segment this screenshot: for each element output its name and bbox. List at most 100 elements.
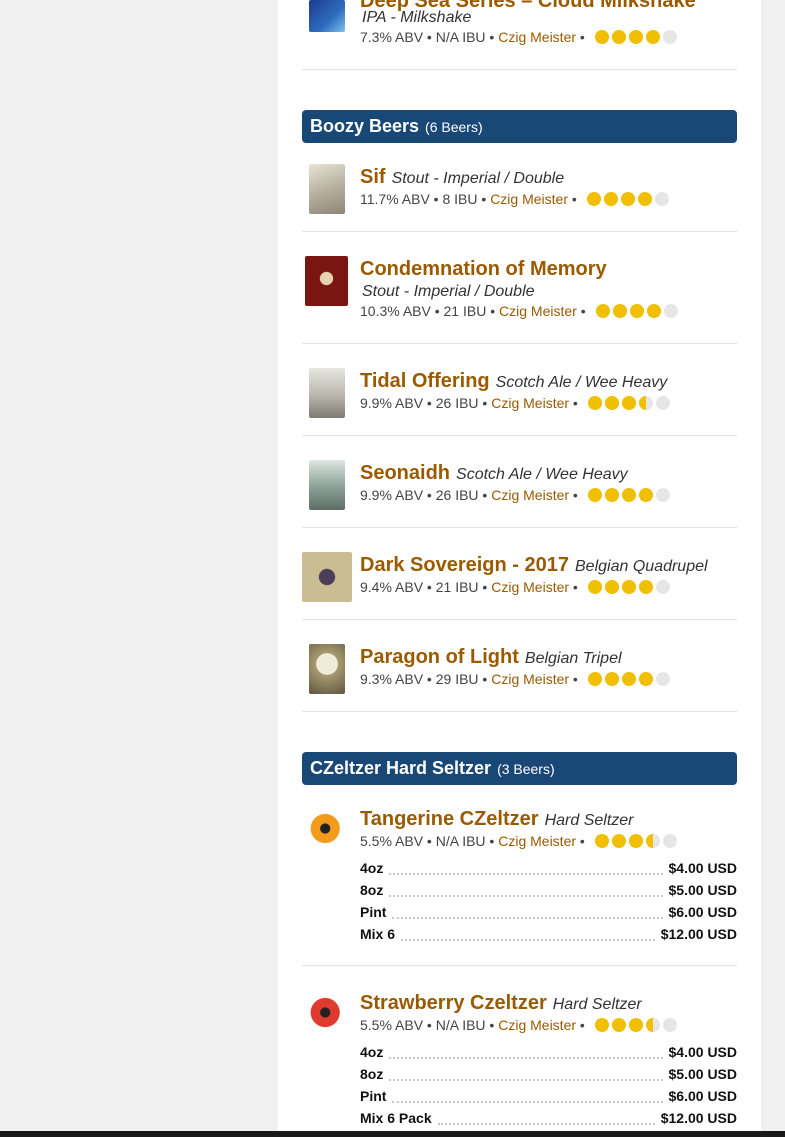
- price-row: Mix 6 Pack $12.00 USD: [360, 1108, 737, 1128]
- rating-star-fill: [638, 580, 653, 594]
- rating-star-fill: [629, 304, 644, 318]
- brewery-link[interactable]: Czig Meister: [498, 833, 576, 849]
- brewery-link[interactable]: Czig Meister: [491, 579, 569, 595]
- beer-style: Hard Seltzer: [544, 812, 634, 829]
- brewery-link[interactable]: Czig Meister: [499, 303, 577, 319]
- serving-size: Pint: [360, 904, 387, 920]
- beer-abv: 9.3% ABV: [360, 671, 424, 687]
- rating-star-fill: [594, 834, 609, 848]
- beer-ibu: 26 IBU: [435, 395, 479, 411]
- serving-price: $12.00 USD: [660, 926, 737, 942]
- beer-name[interactable]: Sif: [360, 166, 386, 188]
- beer-name[interactable]: Paragon of Light: [360, 646, 519, 668]
- rating-star-fill: [645, 834, 653, 848]
- beer-item[interactable]: Dark Sovereign - 2017 Belgian Quadrupel 9…: [302, 548, 737, 618]
- beer-abv: 11.7% ABV: [360, 191, 430, 207]
- rating-star-fill: [586, 192, 601, 206]
- rating-star-fill: [621, 488, 636, 502]
- rating-star-icon: [611, 30, 626, 44]
- section-count: (6 Beers): [425, 118, 483, 135]
- beer-item[interactable]: Condemnation of Memory Stout - Imperial …: [302, 252, 737, 342]
- rating-stars: [587, 580, 670, 594]
- rating-star-icon: [594, 834, 609, 848]
- rating-star-icon: [638, 488, 653, 502]
- brewery-link[interactable]: Czig Meister: [491, 487, 569, 503]
- beer-style: Scotch Ale / Wee Heavy: [456, 466, 628, 483]
- rating-star-icon: [587, 488, 602, 502]
- beer-abv: 9.9% ABV: [360, 395, 424, 411]
- beer-item[interactable]: Strawberry Czeltzer Hard Seltzer 5.5% ABV…: [302, 986, 737, 1131]
- beer-item[interactable]: Tangerine CZeltzer Hard Seltzer 5.5% ABV …: [302, 802, 737, 962]
- brewery-link[interactable]: Czig Meister: [491, 671, 569, 687]
- rating-star-icon: [604, 672, 619, 686]
- rating-star-fill: [628, 1018, 643, 1032]
- beer-style: Scotch Ale / Wee Heavy: [495, 374, 668, 391]
- rating-star-icon: [654, 192, 669, 206]
- beer-ibu: N/A IBU: [435, 833, 486, 849]
- rating-star-icon: [604, 580, 619, 594]
- rating-star-icon: [603, 192, 618, 206]
- beer-name[interactable]: Seonaidh: [360, 462, 450, 484]
- beer-item[interactable]: Seonaidh Scotch Ale / Wee Heavy 9.9% ABV …: [302, 456, 737, 526]
- beer-label-image: [309, 164, 345, 214]
- rating-star-fill: [621, 396, 636, 410]
- serving-size: 8oz: [360, 882, 384, 898]
- price-row: Mix 6 $12.00 USD: [360, 924, 737, 944]
- rating-stars: [587, 396, 670, 410]
- divider: [302, 343, 737, 344]
- beer-label-image: [309, 990, 345, 1040]
- rating-stars: [595, 304, 678, 318]
- beer-item[interactable]: Tidal Offering Scotch Ale / Wee Heavy 9.9…: [302, 364, 737, 434]
- beer-ibu: 26 IBU: [435, 487, 479, 503]
- beer-name[interactable]: Tidal Offering: [360, 370, 490, 392]
- rating-star-fill: [645, 30, 660, 44]
- rating-star-fill: [612, 304, 627, 318]
- rating-star-icon: [620, 192, 635, 206]
- rating-stars: [587, 488, 670, 502]
- price-row: 4oz $4.00 USD: [360, 1042, 737, 1062]
- section-title: CZeltzer Hard Seltzer: [310, 758, 492, 778]
- brewery-link[interactable]: Czig Meister: [490, 191, 568, 207]
- brewery-link[interactable]: Czig Meister: [498, 1017, 576, 1033]
- beer-label-image: [309, 368, 345, 418]
- rating-star-icon: [662, 834, 677, 848]
- rating-star-icon: [645, 834, 660, 848]
- rating-star-fill: [611, 834, 626, 848]
- beer-abv: 7.3% ABV: [360, 29, 424, 45]
- rating-star-icon: [611, 834, 626, 848]
- beer-name[interactable]: Condemnation of Memory: [360, 258, 607, 280]
- rating-star-icon: [638, 672, 653, 686]
- beer-style: Stout - Imperial / Double: [362, 283, 535, 300]
- beer-item[interactable]: Sif Stout - Imperial / Double 11.7% ABV •…: [302, 160, 737, 230]
- rating-star-icon: [594, 1018, 609, 1032]
- rating-star-fill: [594, 1018, 609, 1032]
- rating-star-fill: [621, 580, 636, 594]
- rating-star-icon: [587, 580, 602, 594]
- brewery-link[interactable]: Czig Meister: [491, 395, 569, 411]
- beer-ibu: N/A IBU: [435, 1017, 486, 1033]
- rating-star-fill: [604, 580, 619, 594]
- rating-star-fill: [638, 488, 653, 502]
- rating-star-icon: [628, 1018, 643, 1032]
- serving-price: $5.00 USD: [668, 882, 737, 898]
- beer-name[interactable]: Tangerine CZeltzer: [360, 808, 539, 830]
- section-header-boozy-beers: Boozy Beers (6 Beers): [302, 110, 737, 143]
- brewery-link[interactable]: Czig Meister: [498, 29, 576, 45]
- serving-price: $6.00 USD: [668, 904, 737, 920]
- beer-name[interactable]: Strawberry Czeltzer: [360, 992, 547, 1014]
- beer-item-top[interactable]: Deep Sea Series – Cloud Milkshake IPA - …: [302, 0, 737, 68]
- rating-star-fill: [638, 672, 653, 686]
- rating-star-fill: [620, 192, 635, 206]
- beer-item[interactable]: Paragon of Light Belgian Tripel 9.3% ABV …: [302, 640, 737, 710]
- beer-name[interactable]: Dark Sovereign - 2017: [360, 554, 569, 576]
- beer-ibu: 8 IBU: [442, 191, 478, 207]
- bottom-bar: [0, 1131, 785, 1137]
- rating-stars: [594, 1018, 677, 1032]
- rating-star-icon: [628, 834, 643, 848]
- rating-star-fill: [594, 30, 609, 44]
- serving-price: $6.00 USD: [668, 1088, 737, 1104]
- rating-star-icon: [655, 580, 670, 594]
- rating-star-icon: [655, 672, 670, 686]
- beer-ibu: 29 IBU: [435, 671, 479, 687]
- beer-label-image: [309, 806, 345, 856]
